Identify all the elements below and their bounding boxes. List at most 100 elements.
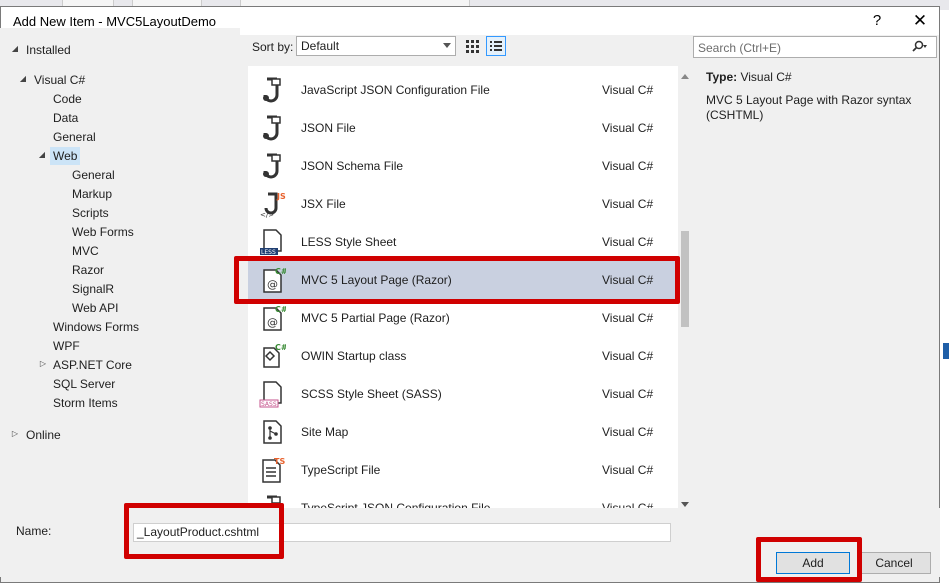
sort-value: Default [301, 39, 340, 53]
template-row[interactable]: TS TypeScript File Visual C# [248, 451, 678, 489]
tree-item-windows-forms[interactable]: Windows Forms [53, 318, 139, 336]
template-language: Visual C# [602, 311, 654, 325]
jsx-file-icon: JS </> [258, 190, 286, 219]
template-category-tree: ◢ Installed ◢ Visual C# Code Data Genera… [0, 28, 240, 508]
template-name: TypeScript File [301, 463, 381, 477]
vertical-scrollbar[interactable] [678, 66, 692, 508]
tree-item-mvc[interactable]: MVC [72, 242, 99, 260]
template-row[interactable]: JSON File Visual C# [248, 109, 678, 147]
tree-item-online[interactable]: Online [26, 426, 61, 444]
template-language: Visual C# [602, 121, 654, 135]
scroll-up-icon[interactable] [681, 74, 689, 79]
chevron-down-icon [443, 43, 451, 48]
template-row[interactable]: @ C# MVC 5 Partial Page (Razor) Visual C# [248, 299, 678, 337]
template-name: JavaScript JSON Configuration File [301, 83, 490, 97]
cancel-button[interactable]: Cancel [857, 552, 931, 574]
template-name: OWIN Startup class [301, 349, 407, 363]
template-row[interactable]: C# OWIN Startup class Visual C# [248, 337, 678, 375]
tree-item-sql-server[interactable]: SQL Server [53, 375, 115, 393]
template-name: MVC 5 Partial Page (Razor) [301, 311, 450, 325]
tree-item-installed[interactable]: Installed [26, 41, 71, 59]
tree-item-markup[interactable]: Markup [72, 185, 112, 203]
expand-arrow-icon[interactable]: ▷ [38, 359, 48, 368]
highlight-selected-template [234, 256, 680, 304]
svg-text:LESS: LESS [261, 249, 276, 256]
tree-item-web-forms[interactable]: Web Forms [72, 223, 134, 241]
tree-item-scripts[interactable]: Scripts [72, 204, 109, 222]
template-row[interactable]: JavaScript JSON Configuration File Visual… [248, 71, 678, 109]
template-row[interactable]: JSON Schema File Visual C# [248, 147, 678, 185]
svg-text:JS: JS [276, 192, 286, 201]
template-row[interactable]: JS </> JSX File Visual C# [248, 185, 678, 223]
svg-text:C#: C# [275, 305, 286, 314]
template-description: MVC 5 Layout Page with Razor syntax (CSH… [706, 93, 912, 122]
search-input[interactable]: Search (Ctrl+E) [698, 41, 781, 55]
tree-item-storm-items[interactable]: Storm Items [53, 394, 118, 412]
template-language: Visual C# [602, 159, 654, 173]
search-box[interactable]: Search (Ctrl+E) [693, 36, 937, 58]
template-name: TypeScript JSON Configuration File [301, 501, 491, 508]
collapse-arrow-icon[interactable]: ◢ [37, 150, 47, 159]
template-name: Site Map [301, 425, 349, 439]
type-label: Type: [706, 70, 738, 84]
tree-item-web-general[interactable]: General [72, 166, 115, 184]
expand-arrow-icon[interactable]: ▷ [10, 429, 20, 438]
json-file-icon [258, 76, 286, 104]
sort-label: Sort by: [252, 40, 294, 54]
search-icon[interactable] [910, 40, 927, 54]
list-view-icon[interactable] [486, 36, 506, 56]
svg-text:SASS: SASS [261, 401, 277, 408]
svg-text:TS: TS [274, 457, 285, 466]
tree-item-aspnet-core[interactable]: ASP.NET Core [53, 356, 132, 374]
scroll-thumb[interactable] [681, 231, 689, 327]
template-details: Type: Visual C# MVC 5 Layout Page with R… [706, 70, 931, 123]
svg-text:C#: C# [275, 343, 286, 352]
tree-item-code[interactable]: Code [53, 90, 82, 108]
less-file-icon: LESS [258, 228, 286, 256]
template-language: Visual C# [602, 349, 654, 363]
template-name: LESS Style Sheet [301, 235, 397, 249]
type-line: Type: Visual C# [706, 70, 931, 84]
sort-dropdown[interactable]: Default [296, 36, 456, 56]
template-language: Visual C# [602, 425, 654, 439]
template-name: JSX File [301, 197, 346, 211]
sass-file-icon: SASS [258, 380, 286, 408]
collapse-arrow-icon[interactable]: ◢ [18, 74, 28, 83]
template-language: Visual C# [602, 197, 654, 211]
template-language: Visual C# [602, 83, 654, 97]
template-language: Visual C# [602, 387, 654, 401]
grid-view-icon[interactable] [462, 36, 482, 56]
svg-text:</>: </> [260, 211, 274, 218]
template-row[interactable]: Site Map Visual C# [248, 413, 678, 451]
template-row[interactable]: SASS SCSS Style Sheet (SASS) Visual C# [248, 375, 678, 413]
tree-item-wpf[interactable]: WPF [53, 337, 80, 355]
collapse-arrow-icon[interactable]: ◢ [10, 44, 20, 53]
template-name: SCSS Style Sheet (SASS) [301, 387, 442, 401]
tree-item-web-api[interactable]: Web API [72, 299, 118, 317]
tree-item-general[interactable]: General [53, 128, 96, 146]
template-name: JSON Schema File [301, 159, 404, 173]
scroll-down-icon[interactable] [681, 502, 689, 507]
highlight-add-button [756, 537, 862, 582]
owin-class-icon: C# [258, 342, 288, 370]
tree-item-razor[interactable]: Razor [72, 261, 104, 279]
tree-item-visual-csharp[interactable]: Visual C# [34, 71, 85, 89]
typescript-file-icon: TS [258, 456, 286, 484]
tree-item-signalr[interactable]: SignalR [72, 280, 114, 298]
type-value: Visual C# [740, 70, 792, 84]
help-button[interactable]: ? [863, 11, 891, 31]
background-accent [943, 343, 949, 359]
razor-page-icon: @ C# [258, 304, 288, 332]
tree-item-data[interactable]: Data [53, 109, 78, 127]
template-language: Visual C# [602, 463, 654, 477]
json-file-icon [258, 114, 286, 142]
dialog-title: Add New Item - MVC5LayoutDemo [13, 14, 217, 29]
sitemap-icon [258, 418, 286, 446]
close-button[interactable]: ✕ [906, 11, 934, 31]
name-label: Name: [16, 524, 52, 538]
svg-text:@: @ [267, 316, 278, 329]
template-language: Visual C# [602, 501, 654, 508]
template-row[interactable]: TypeScript JSON Configuration File Visual… [248, 489, 678, 508]
tree-item-web[interactable]: Web [50, 147, 81, 165]
json-file-icon [258, 152, 286, 180]
